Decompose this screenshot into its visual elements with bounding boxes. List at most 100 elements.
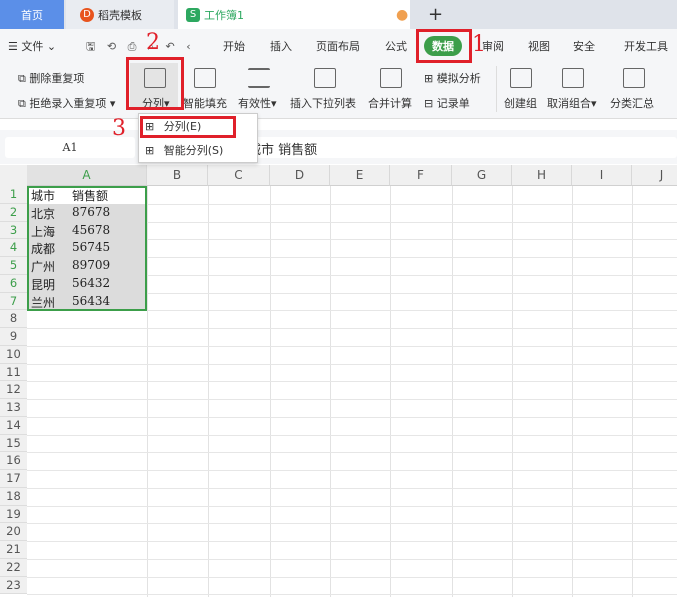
tab-home[interactable]: 首页	[0, 0, 64, 29]
tab-template-label: 稻壳模板	[98, 8, 142, 22]
column-header-D[interactable]: D	[270, 165, 330, 186]
menu-security[interactable]: 安全	[573, 38, 595, 54]
column-header-B[interactable]: B	[147, 165, 208, 186]
grid-line	[27, 434, 677, 436]
grid-line	[27, 576, 677, 578]
row-header-15[interactable]: 15	[0, 434, 27, 453]
selection-range	[27, 186, 147, 311]
row-header-11[interactable]: 11	[0, 363, 27, 382]
remove-duplicates-button[interactable]: ⧉ 删除重复项	[18, 70, 84, 86]
menu-formula[interactable]: 公式	[385, 38, 407, 54]
grid-line	[27, 381, 677, 383]
grid-line	[330, 186, 331, 597]
reject-duplicates-button[interactable]: ⧉ 拒绝录入重复项 ▾	[18, 95, 115, 111]
column-header-E[interactable]: E	[330, 165, 390, 186]
group-button[interactable]: 创建组	[504, 95, 537, 111]
row-header-23[interactable]: 23	[0, 576, 27, 595]
menu-start[interactable]: 开始	[223, 38, 245, 54]
grid-line	[208, 186, 209, 597]
grid-line	[27, 505, 677, 507]
simulate-label: 模拟分析	[436, 72, 481, 85]
column-header-J[interactable]: J	[632, 165, 677, 186]
select-all-corner[interactable]	[0, 165, 27, 186]
row-header-18[interactable]: 18	[0, 487, 27, 506]
grid-line	[632, 186, 633, 597]
menu-developer[interactable]: 开发工具	[624, 38, 668, 54]
row-header-22[interactable]: 22	[0, 558, 27, 577]
grid-line	[27, 541, 677, 542]
column-header-A[interactable]: A	[27, 165, 147, 186]
insert-dropdown-button[interactable]: 插入下拉列表	[290, 95, 356, 111]
row-header-5[interactable]: 5	[0, 257, 27, 275]
row-header-16[interactable]: 16	[0, 452, 27, 470]
docer-icon: D	[80, 7, 94, 22]
row-header-4[interactable]: 4	[0, 239, 27, 257]
grid-line	[27, 363, 677, 365]
unsaved-dot-icon: ●	[396, 6, 409, 23]
row-header-10[interactable]: 10	[0, 345, 27, 364]
grid-line	[512, 186, 513, 597]
annotation-number-1: 1	[472, 32, 486, 57]
row-header-19[interactable]: 19	[0, 505, 27, 524]
reject-duplicates-label: 拒绝录入重复项	[29, 97, 107, 110]
quick-access-icons[interactable]: 🖫 ⟲ ⎙ ⌕ ↶ ‹	[86, 38, 195, 57]
new-tab-button[interactable]: +	[428, 0, 443, 29]
tab-home-label: 首页	[21, 8, 43, 22]
grid-line	[27, 452, 677, 454]
remove-duplicates-label: 删除重复项	[29, 72, 85, 85]
file-menu[interactable]: ☰ 文件 ⌄	[8, 38, 56, 54]
tab-workbook[interactable]: S 工作簿1 ●	[178, 0, 410, 29]
row-header-12[interactable]: 12	[0, 381, 27, 399]
menu-page-layout[interactable]: 页面布局	[316, 38, 360, 54]
row-header-13[interactable]: 13	[0, 399, 27, 417]
ungroup-button[interactable]: 取消组合▾	[547, 95, 597, 111]
grid-line	[147, 186, 148, 597]
row-header-2[interactable]: 2	[0, 203, 27, 222]
menu-view[interactable]: 视图	[528, 38, 550, 54]
column-header-F[interactable]: F	[390, 165, 452, 186]
grid-line	[27, 523, 677, 525]
grid-line	[452, 186, 453, 597]
row-header-21[interactable]: 21	[0, 541, 27, 559]
record-button[interactable]: ⊟ 记录单	[424, 95, 470, 111]
grid-line	[27, 470, 677, 471]
annotation-box-data-tab	[416, 29, 472, 63]
row-header-1[interactable]: 1	[0, 186, 27, 204]
subtotal-button[interactable]: 分类汇总	[610, 95, 654, 111]
ribbon-divider	[496, 66, 497, 112]
grid-line	[27, 328, 677, 329]
record-label: 记录单	[436, 97, 470, 110]
annotation-number-2: 2	[146, 30, 160, 55]
insert-dropdown-icon	[314, 68, 336, 88]
grid-line	[27, 558, 677, 560]
subtotal-icon	[623, 68, 645, 88]
row-header-8[interactable]: 8	[0, 310, 27, 328]
row-header-7[interactable]: 7	[0, 292, 27, 311]
row-header-17[interactable]: 17	[0, 470, 27, 488]
tab-template[interactable]: D 稻壳模板	[66, 0, 174, 29]
smart-split-menu-item[interactable]: ⊞ 智能分列(S)	[145, 142, 223, 158]
row-header-9[interactable]: 9	[0, 328, 27, 346]
column-header-C[interactable]: C	[208, 165, 270, 186]
column-header-H[interactable]: H	[512, 165, 572, 186]
consolidate-button[interactable]: 合并计算	[368, 95, 412, 111]
tab-workbook-label: 工作簿1	[204, 8, 244, 22]
row-header-3[interactable]: 3	[0, 221, 27, 240]
column-header-G[interactable]: G	[452, 165, 512, 186]
grid-line	[27, 594, 677, 596]
smart-fill-icon	[194, 68, 216, 88]
smart-fill-button[interactable]: 智能填充	[183, 95, 227, 111]
menu-insert[interactable]: 插入	[270, 38, 292, 54]
grid-line	[270, 186, 271, 597]
row-header-6[interactable]: 6	[0, 274, 27, 293]
simulate-button[interactable]: ⊞ 模拟分析	[424, 70, 481, 86]
grid-line	[27, 487, 677, 489]
formula-content: 城市 销售额	[248, 143, 318, 158]
column-header-I[interactable]: I	[572, 165, 632, 186]
validity-button[interactable]: 有效性▾	[238, 95, 277, 111]
annotation-box-split-item	[140, 116, 236, 138]
row-header-20[interactable]: 20	[0, 523, 27, 541]
grid-line	[390, 186, 391, 597]
row-header-14[interactable]: 14	[0, 416, 27, 435]
grid-line	[27, 416, 677, 418]
